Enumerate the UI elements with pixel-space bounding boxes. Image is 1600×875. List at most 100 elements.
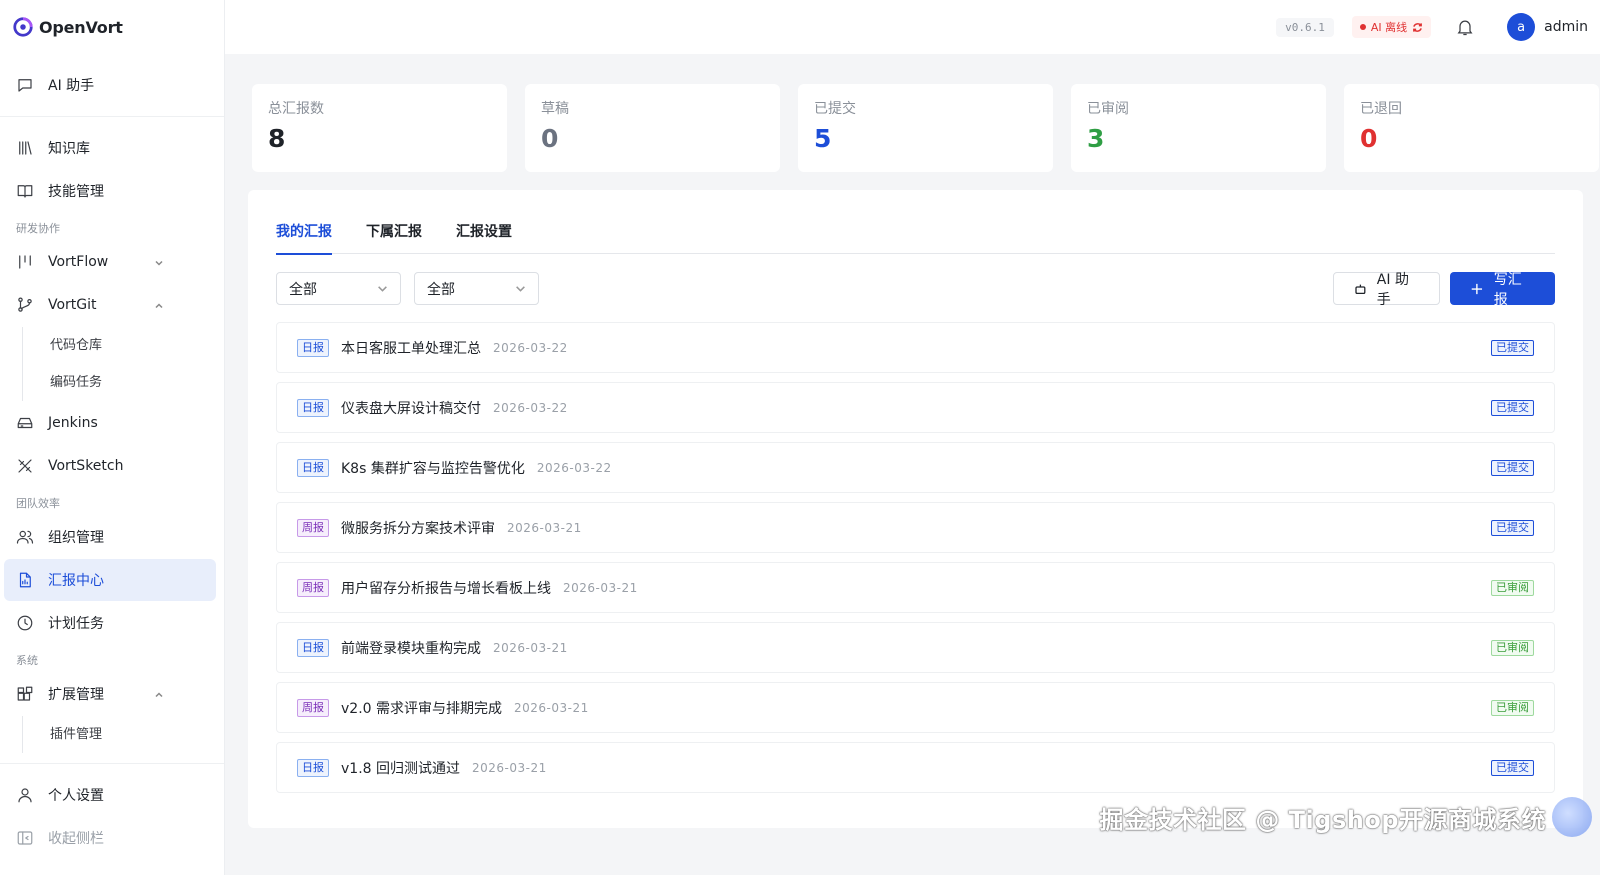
status-badge: 已提交 <box>1491 519 1534 536</box>
status-badge: 已提交 <box>1491 459 1534 476</box>
report-title: v1.8 回归测试通过 <box>341 760 460 777</box>
sidebar-item-label: 知识库 <box>48 141 90 157</box>
vortgit-submenu: 代码仓库 编码任务 <box>20 327 224 401</box>
ai-assistant-button[interactable]: AI 助手 <box>1333 272 1440 308</box>
kanban-icon <box>16 253 34 271</box>
report-type-tag: 日报 <box>297 638 329 657</box>
tab-subordinate-reports[interactable]: 下属汇报 <box>366 218 422 254</box>
brand-name: OpenVort <box>39 17 123 37</box>
book-icon <box>16 182 34 200</box>
status-badge: 已审阅 <box>1491 639 1534 656</box>
report-title: v2.0 需求评审与排期完成 <box>341 700 502 717</box>
report-row[interactable]: 日报 前端登录模块重构完成 2026-03-21 已审阅 <box>276 622 1555 673</box>
collapse-sidebar-button[interactable]: 收起侧栏 <box>4 817 216 859</box>
sidebar-item-label: VortGit <box>48 297 97 313</box>
users-icon <box>16 528 34 546</box>
brand-logo[interactable]: OpenVort <box>0 0 224 54</box>
report-title: 用户留存分析报告与增长看板上线 <box>341 580 551 597</box>
sidebar: OpenVort AI 助手 知识库 技能管理 研发协作 VortFlow Vo… <box>0 0 225 875</box>
report-row[interactable]: 周报 微服务拆分方案技术评审 2026-03-21 已提交 <box>276 502 1555 553</box>
status-badge: 已审阅 <box>1491 699 1534 716</box>
report-date: 2026-03-22 <box>493 340 568 355</box>
user-icon <box>16 786 34 804</box>
openvort-logo-icon <box>12 16 34 38</box>
report-date: 2026-03-21 <box>514 700 589 715</box>
report-title: K8s 集群扩容与监控告警优化 <box>341 460 525 477</box>
sidebar-subitem-repos[interactable]: 代码仓库 <box>20 327 224 364</box>
sidebar-item-skills[interactable]: 技能管理 <box>4 170 216 212</box>
sidebar-subitem-plugins[interactable]: 插件管理 <box>20 716 224 753</box>
stat-card-total: 总汇报数 8 <box>252 84 507 172</box>
write-report-button[interactable]: 写汇报 <box>1450 272 1555 308</box>
report-row[interactable]: 日报 仪表盘大屏设计稿交付 2026-03-22 已提交 <box>276 382 1555 433</box>
report-date: 2026-03-21 <box>507 520 582 535</box>
clock-icon <box>16 614 34 632</box>
sidebar-item-org[interactable]: 组织管理 <box>4 516 216 558</box>
library-icon <box>16 139 34 157</box>
refresh-icon[interactable] <box>1412 22 1423 33</box>
report-title: 微服务拆分方案技术评审 <box>341 520 495 537</box>
report-title: 本日客服工单处理汇总 <box>341 340 481 357</box>
stat-label: 已退回 <box>1360 101 1402 117</box>
sidebar-item-jenkins[interactable]: Jenkins <box>4 402 216 444</box>
report-status-select[interactable]: 全部 <box>414 272 539 305</box>
tab-my-reports[interactable]: 我的汇报 <box>276 218 332 255</box>
sidebar-item-label: VortSketch <box>48 458 124 474</box>
status-badge: 已审阅 <box>1491 579 1534 596</box>
chat-icon <box>16 76 34 94</box>
select-value: 全部 <box>427 281 455 298</box>
sidebar-item-vortgit[interactable]: VortGit <box>4 284 216 326</box>
top-header: v0.6.1 AI 离线 a admin <box>225 0 1600 54</box>
report-type-tag: 日报 <box>297 398 329 417</box>
select-value: 全部 <box>289 281 317 298</box>
ai-status-badge[interactable]: AI 离线 <box>1351 16 1432 38</box>
report-type-tag: 日报 <box>297 458 329 477</box>
sidebar-item-plans[interactable]: 计划任务 <box>4 602 216 644</box>
notification-bell-icon[interactable] <box>1455 17 1475 37</box>
report-row[interactable]: 日报 v1.8 回归测试通过 2026-03-21 已提交 <box>276 742 1555 793</box>
stat-card-reviewed: 已审阅 3 <box>1071 84 1326 172</box>
report-date: 2026-03-22 <box>536 460 612 475</box>
sidebar-item-vortsketch[interactable]: VortSketch <box>4 445 216 487</box>
plus-icon <box>1471 283 1483 294</box>
watermark-text: 掘金技术社区 @ Tigshop开源商城系统 <box>1099 806 1546 834</box>
report-row[interactable]: 周报 用户留存分析报告与增长看板上线 2026-03-21 已审阅 <box>276 562 1555 613</box>
stat-label: 已审阅 <box>1087 101 1129 117</box>
report-title: 前端登录模块重构完成 <box>341 640 481 657</box>
sidebar-subitem-coding-tasks[interactable]: 编码任务 <box>20 364 224 401</box>
stat-card-submitted: 已提交 5 <box>798 84 1053 172</box>
report-type-tag: 日报 <box>297 758 329 777</box>
report-tabs: 我的汇报 下属汇报 汇报设置 <box>276 218 1555 255</box>
sidebar-item-knowledge[interactable]: 知识库 <box>4 127 216 169</box>
chevron-down-icon <box>378 286 387 292</box>
extensions-submenu: 插件管理 <box>20 716 224 753</box>
status-badge: 已提交 <box>1491 399 1534 416</box>
report-row[interactable]: 日报 本日客服工单处理汇总 2026-03-22 已提交 <box>276 322 1555 373</box>
sidebar-item-label: AI 助手 <box>48 78 95 94</box>
sidebar-item-label: 技能管理 <box>48 184 104 200</box>
sidebar-item-label: 汇报中心 <box>48 573 104 589</box>
report-row[interactable]: 周报 v2.0 需求评审与排期完成 2026-03-21 已审阅 <box>276 682 1555 733</box>
sidebar-item-extensions[interactable]: 扩展管理 <box>4 673 216 715</box>
sidebar-item-label: 组织管理 <box>48 530 104 546</box>
sidebar-item-label: 个人设置 <box>48 788 104 804</box>
sidebar-item-label: 收起侧栏 <box>48 831 104 847</box>
report-row[interactable]: 日报 K8s 集群扩容与监控告警优化 2026-03-22 已提交 <box>276 442 1555 493</box>
tab-report-settings[interactable]: 汇报设置 <box>456 218 512 254</box>
stat-value: 8 <box>268 124 286 153</box>
sidebar-item-personal-settings[interactable]: 个人设置 <box>4 774 216 816</box>
report-document-icon <box>16 571 34 589</box>
sidebar-item-ai-assistant[interactable]: AI 助手 <box>4 64 216 106</box>
action-bar: AI 助手 写汇报 <box>1333 272 1555 308</box>
report-type-tag: 周报 <box>297 578 329 597</box>
section-label-system: 系统 <box>16 654 38 667</box>
sidebar-item-label: 计划任务 <box>48 616 104 632</box>
username[interactable]: admin <box>1544 19 1588 35</box>
avatar[interactable]: a <box>1507 13 1536 41</box>
sidebar-item-vortflow[interactable]: VortFlow <box>4 241 216 283</box>
git-branch-icon <box>16 296 34 314</box>
sidebar-item-report-center[interactable]: 汇报中心 <box>4 559 216 601</box>
chevron-up-icon <box>154 299 164 309</box>
report-type-select[interactable]: 全部 <box>276 272 401 305</box>
filter-bar: 全部 全部 <box>276 272 539 305</box>
